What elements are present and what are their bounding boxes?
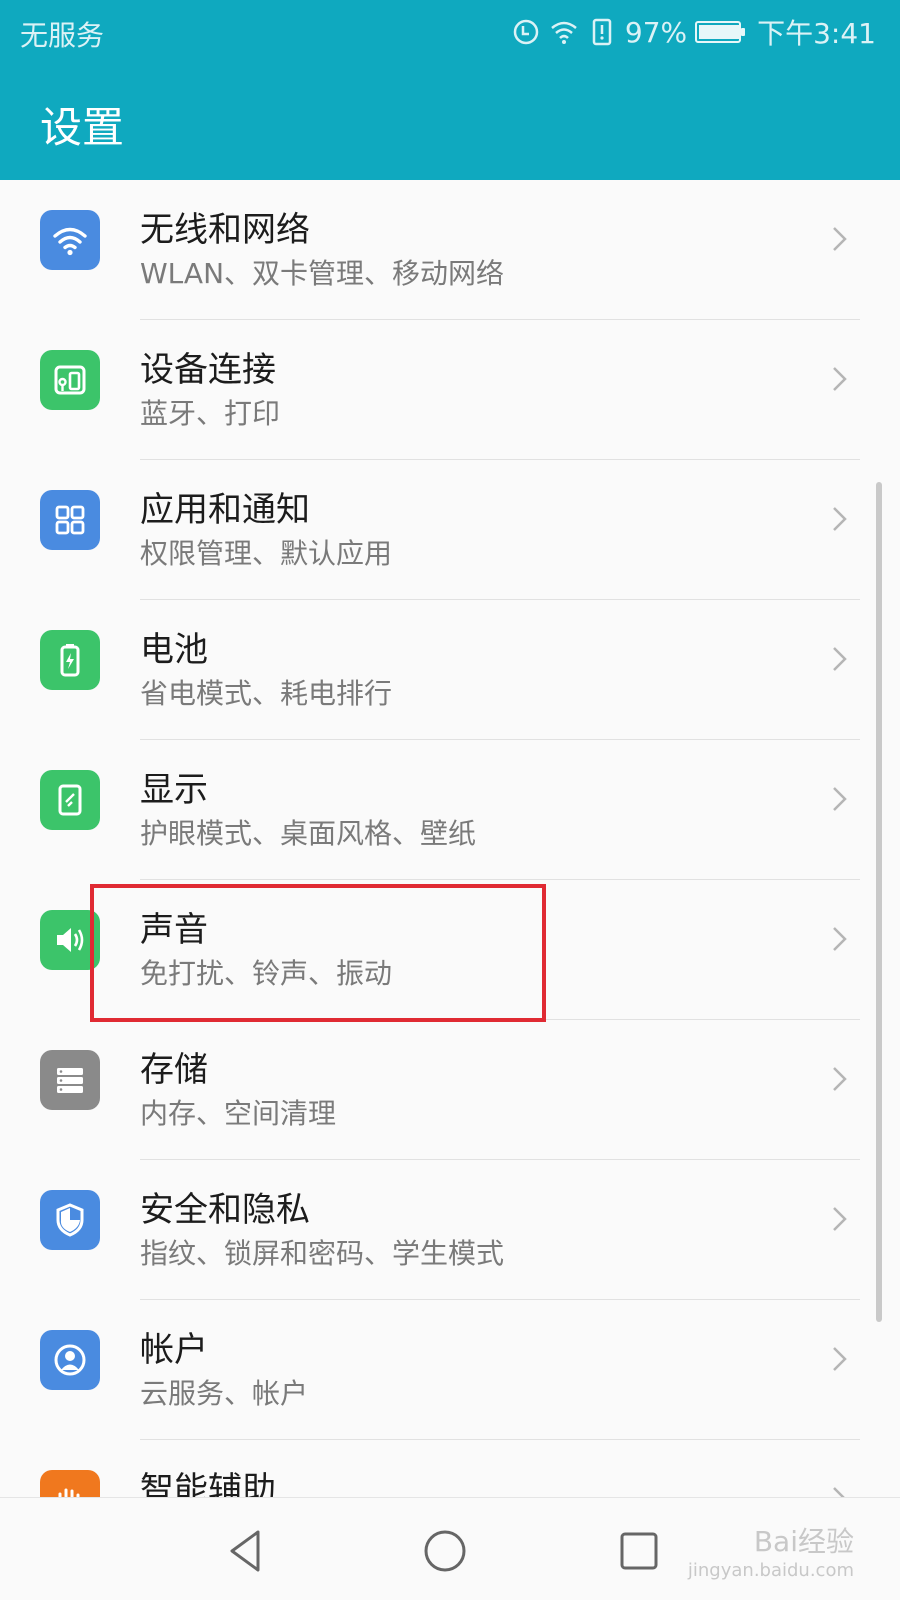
account-icon [40, 1330, 100, 1390]
status-bar: 无服务 97% 下午3:41 [0, 0, 900, 64]
watermark: Bai经验 jingyan.baidu.com [688, 1520, 854, 1581]
apps-grid-icon [40, 490, 100, 550]
item-title: 存储 [140, 1050, 208, 1090]
item-subtitle: 内存、空间清理 [140, 1097, 337, 1130]
settings-item-apps-notifications[interactable]: 应用和通知 权限管理、默认应用 [0, 460, 900, 600]
chevron-right-icon [833, 1207, 847, 1231]
chevron-right-icon [833, 787, 847, 811]
battery-status-icon [695, 21, 746, 43]
watermark-url: jingyan.baidu.com [687, 1560, 854, 1581]
item-subtitle: 蓝牙、打印 [140, 397, 281, 430]
back-icon[interactable] [220, 1526, 270, 1576]
item-subtitle: 省电模式、耗电排行 [140, 677, 393, 710]
chevron-right-icon [833, 367, 847, 391]
item-title: 电池 [140, 630, 208, 670]
page-title: 设置 [40, 103, 125, 152]
chevron-right-icon [833, 1347, 847, 1371]
settings-item-security-privacy[interactable]: 安全和隐私 指纹、锁屏和密码、学生模式 [0, 1160, 900, 1300]
settings-item-storage[interactable]: 存储 内存、空间清理 [0, 1020, 900, 1160]
chevron-right-icon [833, 507, 847, 531]
alert-sim-icon [592, 18, 612, 46]
settings-item-battery[interactable]: 电池 省电模式、耗电排行 [0, 600, 900, 740]
device-connection-icon [40, 350, 100, 410]
watermark-brand: Bai经验 [753, 1525, 854, 1558]
item-title: 帐户 [140, 1330, 208, 1370]
item-title: 安全和隐私 [140, 1190, 310, 1230]
item-title: 设备连接 [140, 350, 276, 390]
settings-list: 无线和网络 WLAN、双卡管理、移动网络 设备连接 蓝牙、打印 应用和通知 权限… [0, 180, 900, 1580]
highlight-box [90, 884, 546, 1022]
settings-item-display[interactable]: 显示 护眼模式、桌面风格、壁纸 [0, 740, 900, 880]
carrier-label: 无服务 [20, 19, 105, 52]
settings-item-account[interactable]: 帐户 云服务、帐户 [0, 1300, 900, 1440]
item-title: 无线和网络 [140, 210, 310, 250]
storage-icon [40, 1050, 100, 1110]
chevron-right-icon [833, 227, 847, 251]
title-bar: 无服务 97% 下午3:41 设置 [0, 0, 900, 180]
item-title: 显示 [140, 770, 208, 810]
chevron-right-icon [833, 927, 847, 951]
scrollbar[interactable] [876, 482, 882, 1322]
settings-item-wireless-network[interactable]: 无线和网络 WLAN、双卡管理、移动网络 [0, 180, 900, 320]
status-icons: 97% 下午3:41 [511, 12, 876, 52]
wifi-icon [40, 210, 100, 270]
item-subtitle: 权限管理、默认应用 [140, 537, 393, 570]
item-subtitle: 云服务、帐户 [140, 1377, 309, 1410]
item-subtitle: WLAN、双卡管理、移动网络 [140, 257, 505, 290]
wifi-status-icon [551, 21, 577, 44]
settings-screen: 无服务 97% 下午3:41 设置 无线和网络 WLAN、双卡管理、移动网络 设… [0, 0, 900, 1600]
battery-icon [40, 630, 100, 690]
data-saver-icon [513, 19, 539, 45]
item-subtitle: 护眼模式、桌面风格、壁纸 [140, 817, 477, 850]
battery-percent: 97% [624, 15, 688, 49]
item-title: 应用和通知 [140, 490, 310, 530]
chevron-right-icon [833, 1067, 847, 1091]
chevron-right-icon [833, 647, 847, 671]
settings-item-device-connection[interactable]: 设备连接 蓝牙、打印 [0, 320, 900, 460]
home-icon[interactable] [420, 1526, 470, 1576]
shield-icon [40, 1190, 100, 1250]
item-subtitle: 指纹、锁屏和密码、学生模式 [140, 1237, 505, 1270]
recents-icon[interactable] [614, 1526, 664, 1576]
display-icon [40, 770, 100, 830]
clock: 下午3:41 [757, 17, 876, 50]
